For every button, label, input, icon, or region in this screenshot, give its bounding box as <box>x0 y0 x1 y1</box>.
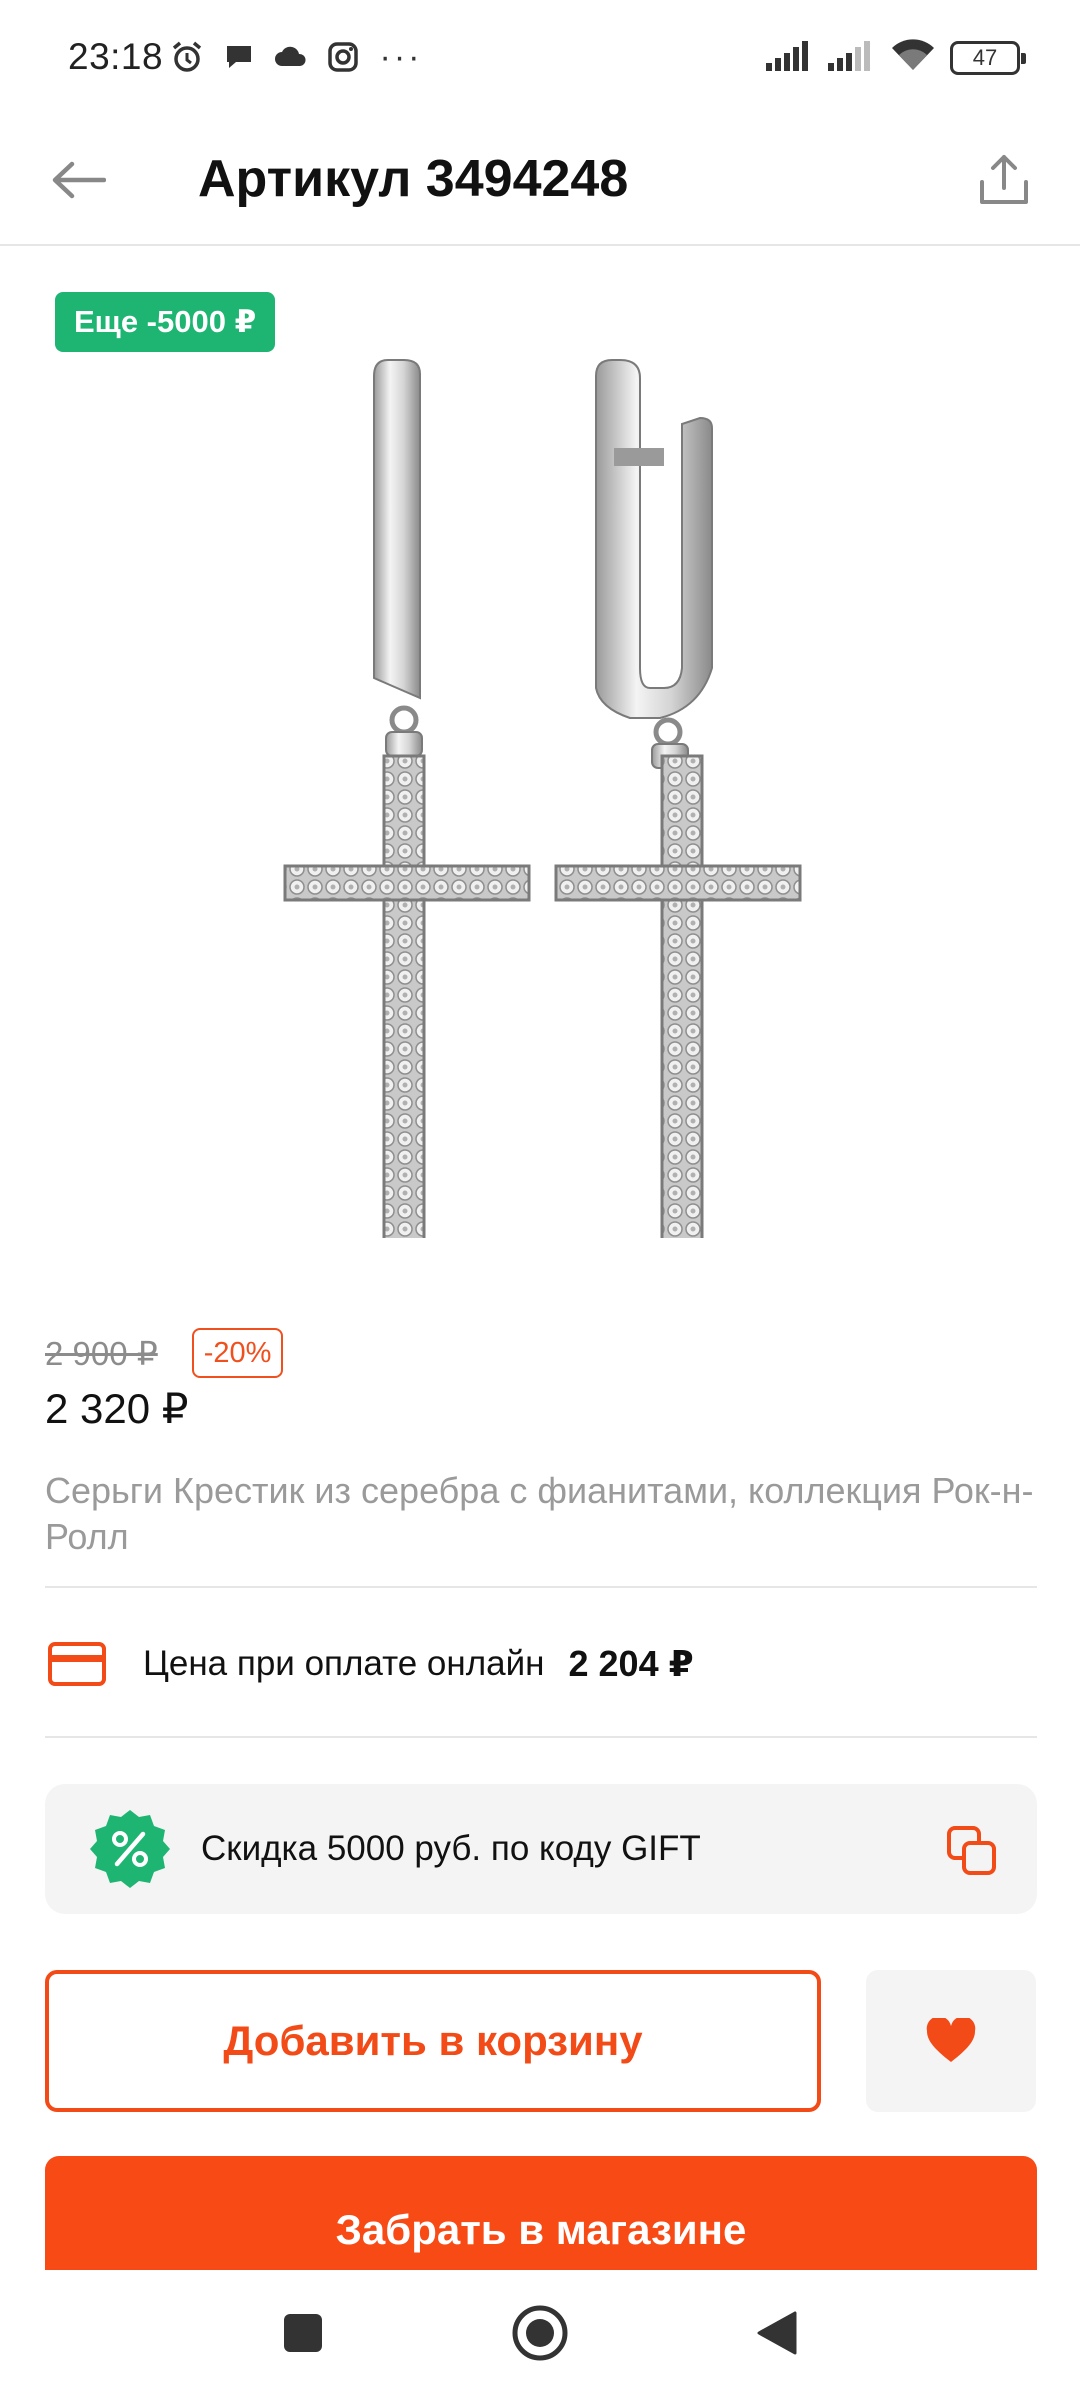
left-earring <box>283 359 531 1448</box>
share-icon <box>980 155 1028 204</box>
discount-badge: -20% <box>191 1328 284 1378</box>
status-time: 23:18 <box>68 36 164 77</box>
home-button[interactable] <box>505 2298 575 2368</box>
battery-level: 47 <box>972 44 998 70</box>
product-image[interactable] <box>0 248 1080 1448</box>
recents-button[interactable] <box>268 2298 338 2368</box>
heart-icon <box>926 2018 976 2062</box>
system-nav-bar <box>0 2270 1080 2400</box>
promo-badge: Еще -5000 ₽ <box>55 292 276 352</box>
pickup-in-store-label: Забрать в магазине <box>335 2206 747 2253</box>
divider <box>45 1736 1037 1738</box>
copy-code-button[interactable] <box>945 1824 999 1878</box>
percent-badge-icon <box>89 1808 171 1890</box>
app-bar: Артикул 3494248 <box>0 118 1080 246</box>
more-notifications-icon: ··· <box>379 38 423 76</box>
earrings-image <box>283 359 802 1448</box>
promo-code-box: Скидка 5000 руб. по коду GIFT <box>45 1784 1037 1914</box>
promo-code-text: Скидка 5000 руб. по коду GIFT <box>201 1829 701 1868</box>
wifi-icon <box>890 38 936 77</box>
copy-icon <box>947 1826 996 1875</box>
status-bar: 23:18 ··· 47 <box>0 0 1080 118</box>
online-payment-label: Цена при оплате онлайн <box>143 1644 545 1683</box>
battery-icon: 47 <box>950 40 1026 75</box>
old-price-row: 2 900 ₽ -20% <box>45 1328 284 1378</box>
divider <box>45 1586 1037 1588</box>
page-title: Артикул 3494248 <box>198 150 629 208</box>
status-notification-icons: ··· <box>168 38 420 76</box>
arrow-left-icon <box>52 161 106 199</box>
current-price: 2 320 ₽ <box>45 1385 189 1432</box>
favorite-button[interactable] <box>866 1970 1036 2112</box>
pickup-in-store-button[interactable]: Забрать в магазине <box>45 2156 1037 2270</box>
credit-card-icon <box>47 1640 107 1688</box>
triangle-back-icon <box>757 2311 797 2355</box>
alarm-icon <box>168 38 206 76</box>
cloud-icon <box>272 38 310 76</box>
circle-icon <box>512 2305 568 2361</box>
old-price: 2 900 ₽ <box>45 1334 158 1372</box>
cell-signal-icon <box>828 39 876 76</box>
product-name: Серьги Крестик из серебра с фианитами, к… <box>45 1470 1034 1557</box>
chat-bubble-icon <box>220 38 258 76</box>
online-payment-row: Цена при оплате онлайн 2 204 ₽ <box>45 1590 1037 1738</box>
cell-signal-icon <box>766 39 814 76</box>
status-system-icons: 47 <box>766 38 1026 77</box>
nav-back-button[interactable] <box>742 2298 812 2368</box>
back-button[interactable] <box>40 142 116 218</box>
square-icon <box>284 2314 322 2352</box>
instagram-icon <box>324 38 362 76</box>
right-earring <box>554 359 802 1448</box>
add-to-cart-button[interactable]: Добавить в корзину <box>45 1970 821 2112</box>
share-button[interactable] <box>964 140 1044 220</box>
online-payment-price: 2 204 ₽ <box>568 1643 694 1684</box>
